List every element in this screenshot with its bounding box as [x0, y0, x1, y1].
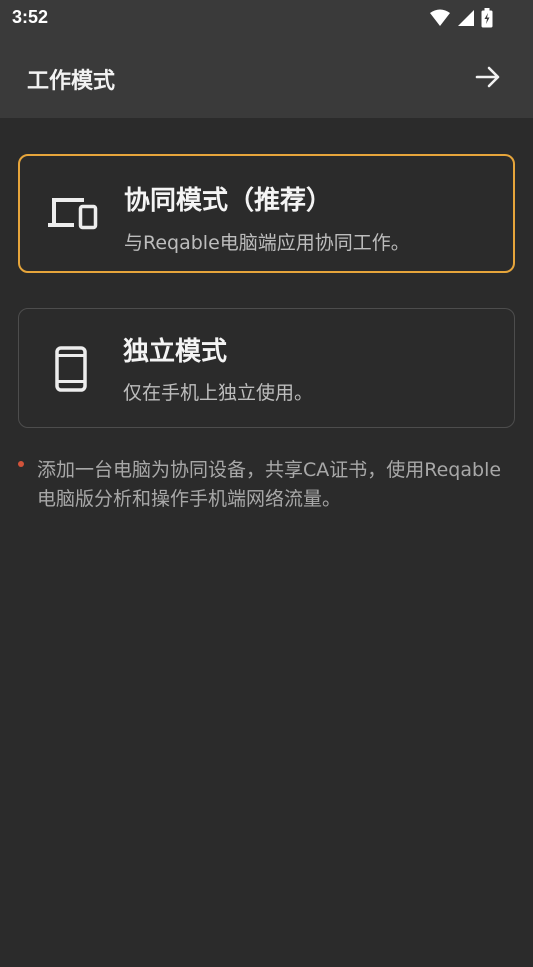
standalone-mode-title: 独立模式 [123, 337, 228, 367]
standalone-mode-card[interactable]: 独立模式 仅在手机上独立使用。 [18, 308, 515, 428]
devices-icon [48, 198, 98, 230]
status-icons [429, 7, 493, 29]
page-title: 工作模式 [27, 69, 116, 94]
status-time: 3:52 [12, 7, 49, 27]
note-text: 添加一台电脑为协同设备，共享CA证书，使用Reqable电脑版分析和操作手机端网… [37, 459, 502, 510]
collaborative-mode-title: 协同模式（推荐） [124, 186, 333, 216]
status-bar: 3:52 [0, 0, 533, 36]
signal-icon [458, 10, 474, 26]
standalone-mode-description: 仅在手机上独立使用。 [123, 382, 314, 404]
wifi-icon [430, 9, 450, 26]
arrow-right-icon [475, 66, 500, 88]
smartphone-icon [55, 346, 87, 392]
collaborative-mode-description: 与Reqable电脑端应用协同工作。 [124, 232, 410, 254]
app-bar: 工作模式 [0, 36, 533, 118]
next-button[interactable] [473, 62, 503, 92]
note-bullet [18, 461, 24, 467]
collaborative-mode-card[interactable]: 协同模式（推荐） 与Reqable电脑端应用协同工作。 [18, 154, 515, 273]
battery-charging-icon [481, 8, 493, 28]
